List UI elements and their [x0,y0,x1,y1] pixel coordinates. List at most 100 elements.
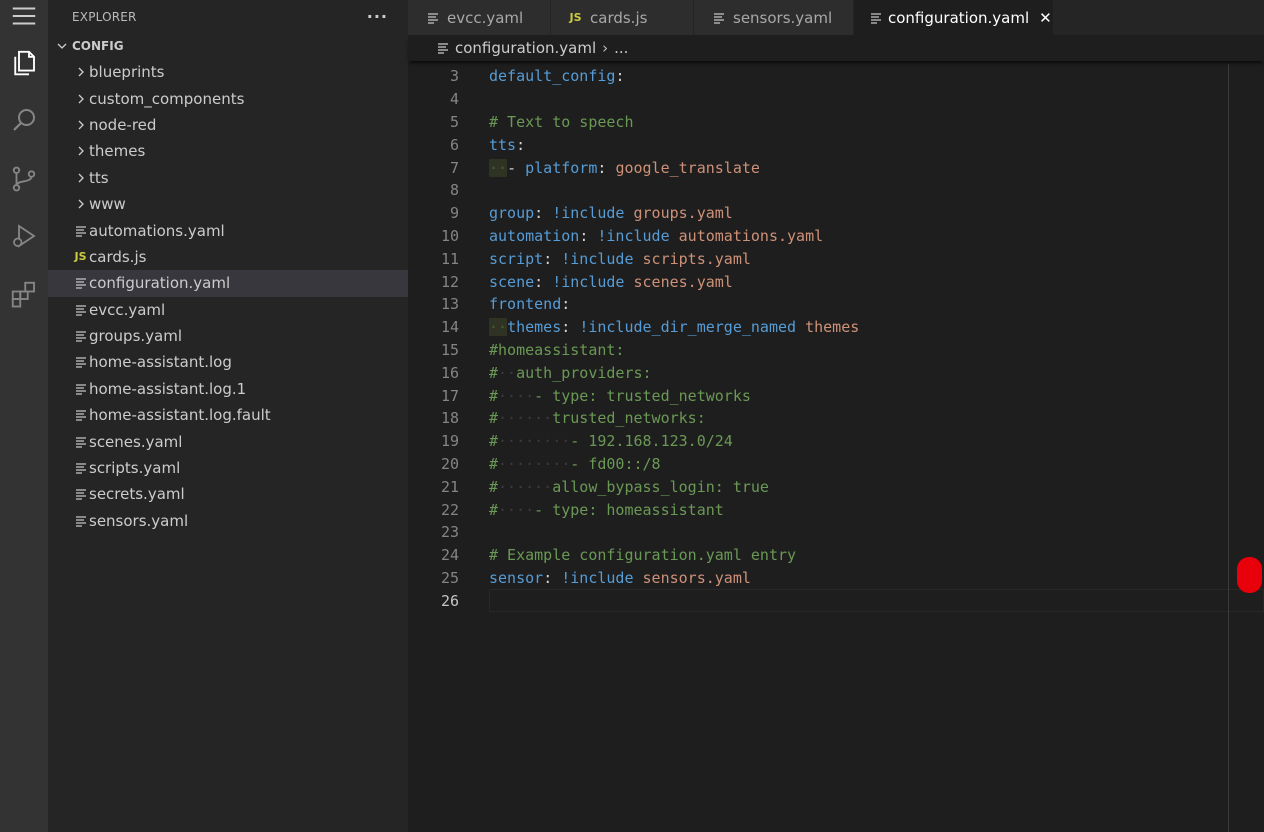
tree-file-home-assistant-log-1[interactable]: home-assistant.log.1 [48,376,408,402]
tree-item-label: home-assistant.log [89,353,232,372]
chevron-right-icon [72,143,89,159]
chevron-right-icon [72,64,89,80]
line-number: 18 [440,409,459,428]
code-line[interactable]: 13 frontend: [408,293,1264,316]
folder-label: CONFIG [72,39,124,53]
more-actions-icon[interactable]: ··· [367,7,388,26]
code-line[interactable]: 23 [408,521,1264,544]
tree-item-label: blueprints [89,63,165,82]
code-token: tts [489,135,517,154]
close-icon[interactable]: ✕ [1039,9,1052,27]
breadcrumb-more[interactable]: ... [614,39,628,57]
tree-item-label: automations.yaml [89,221,225,240]
code-token: ······ [498,409,553,428]
code-line[interactable]: 3 default_config: [408,65,1264,88]
file-lines-icon [710,10,727,26]
code-token: script [489,249,544,268]
code-token: : [597,158,616,177]
tree-file-evcc-yaml[interactable]: evcc.yaml [48,297,408,323]
line-number: 3 [449,67,459,86]
code-line[interactable]: 8 [408,179,1264,202]
tab-evcc-yaml[interactable]: evcc.yaml [408,0,551,35]
code-token: # [489,386,499,405]
code-line[interactable]: 22 #····- type: homeassistant [408,498,1264,521]
tree-file-groups-yaml[interactable]: groups.yaml [48,323,408,349]
code-line[interactable]: 24 # Example configuration.yaml entry [408,544,1264,567]
code-line[interactable]: 15 #homeassistant: [408,339,1264,362]
file-lines-icon [424,10,441,26]
line-text: #homeassistant: [489,341,624,359]
code-line[interactable]: 4 [408,88,1264,111]
tree-folder-custom-components[interactable]: custom_components [48,85,408,111]
code-line[interactable]: 21 #······allow_bypass_login: true [408,475,1264,498]
code-line[interactable]: 7 ··- platform: google_translate [408,156,1264,179]
code-line[interactable]: 19 #········- 192.168.123.0/24 [408,430,1264,453]
tree-folder-themes[interactable]: themes [48,138,408,164]
extensions-icon[interactable] [0,270,48,318]
tree-file-sensors-yaml[interactable]: sensors.yaml [48,508,408,534]
tab-configuration-yaml[interactable]: configuration.yaml ✕ [854,0,1054,35]
workspace-folder-config[interactable]: CONFIG [48,33,408,59]
code-token: : [561,318,580,337]
tree-file-automations-yaml[interactable]: automations.yaml [48,217,408,243]
file-lines-icon [72,486,89,502]
code-token: # [489,477,499,496]
code-line[interactable]: 25 sensor: !include sensors.yaml [408,567,1264,590]
tab-cards-js[interactable]: JS cards.js [551,0,694,35]
chevron-down-icon [54,38,70,54]
code-line[interactable]: 6 tts: [408,133,1264,156]
code-token: # [489,409,499,428]
tree-file-cards-js[interactable]: JS cards.js [48,244,408,270]
tree-file-secrets-yaml[interactable]: secrets.yaml [48,481,408,507]
run-debug-icon[interactable] [0,212,48,260]
tree-file-home-assistant-log[interactable]: home-assistant.log [48,349,408,375]
code-token: - [507,158,526,177]
code-line[interactable]: 17 #····- type: trusted_networks [408,384,1264,407]
code-token: - fd00::/8 [570,454,661,473]
line-text: # Text to speech [489,113,634,131]
code-line[interactable]: 26 [408,589,1264,613]
code-line[interactable]: 5 # Text to speech [408,111,1264,134]
tree-item-label: scenes.yaml [89,432,183,451]
breadcrumb-file[interactable]: configuration.yaml [455,39,596,57]
tree-file-configuration-yaml[interactable]: configuration.yaml [48,270,408,297]
tree-folder-node-red[interactable]: node-red [48,112,408,138]
code-token: ········ [498,454,571,473]
tab-sensors-yaml[interactable]: sensors.yaml [694,0,854,35]
menu-icon[interactable] [0,0,48,40]
line-text: #····- type: homeassistant [489,501,724,519]
file-lines-icon [72,354,89,370]
code-line[interactable]: 20 #········- fd00::/8 [408,453,1264,476]
search-icon[interactable] [0,96,48,144]
tree-folder-tts[interactable]: tts [48,165,408,191]
code-token: # [489,500,499,519]
code-line[interactable]: 11 script: !include scripts.yaml [408,247,1264,270]
tree-item-label: secrets.yaml [89,485,185,504]
code-line[interactable]: 16 #··auth_providers: [408,361,1264,384]
code-line[interactable]: 10 automation: !include automations.yaml [408,225,1264,248]
code-line[interactable]: 14 ··themes: !include_dir_merge_named the… [408,316,1264,339]
code-token: groups.yaml [633,204,733,223]
tree-file-scenes-yaml[interactable]: scenes.yaml [48,428,408,454]
explorer-icon[interactable] [0,39,48,87]
tree-folder-blueprints[interactable]: blueprints [48,59,408,85]
breadcrumb-separator: › [602,39,609,57]
tree-file-scripts-yaml[interactable]: scripts.yaml [48,455,408,481]
line-number: 7 [449,158,459,177]
code-token: !include [552,272,625,291]
tab-label: configuration.yaml [888,8,1030,27]
tree-item-label: home-assistant.log.1 [89,379,247,398]
tree-folder-www[interactable]: www [48,191,408,217]
tree-file-home-assistant-log-fault[interactable]: home-assistant.log.fault [48,402,408,428]
code-line[interactable]: 12 scene: !include scenes.yaml [408,270,1264,293]
code-token: automations.yaml [678,226,824,245]
code-line[interactable]: 9 group: !include groups.yaml [408,202,1264,225]
code-token: google_translate [615,158,760,177]
code-editor[interactable]: 3 default_config: 4 5 # Text to speech 6 tts: 7… [408,64,1264,832]
tab-label: sensors.yaml [733,8,833,27]
source-control-icon[interactable] [0,155,48,203]
code-line[interactable]: 18 #······trusted_networks: [408,407,1264,430]
